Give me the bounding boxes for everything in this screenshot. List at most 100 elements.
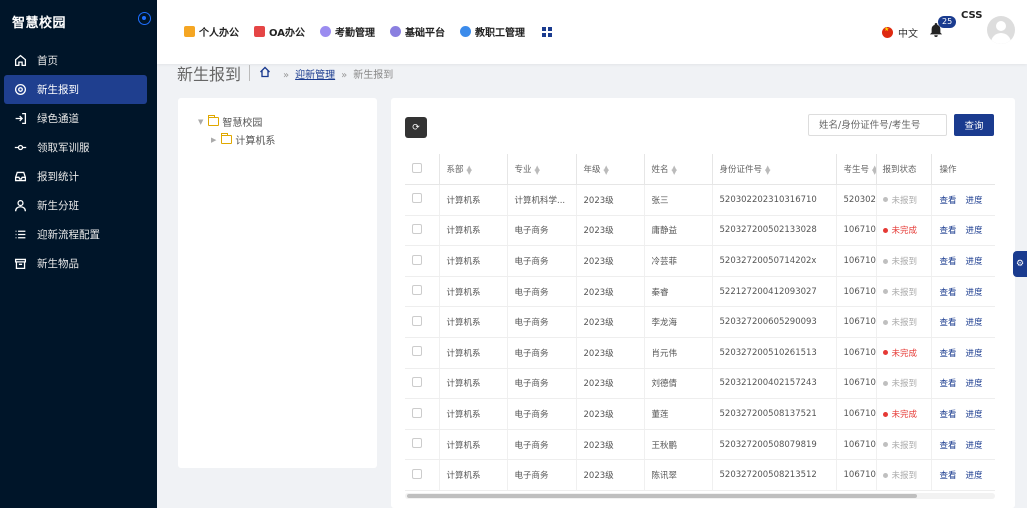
- row-checkbox[interactable]: [412, 407, 422, 418]
- tree-node-root[interactable]: ▼ 智慧校园: [198, 114, 262, 129]
- progress-link[interactable]: 进度: [966, 410, 983, 420]
- cell-grade: 2023级: [575, 368, 644, 400]
- col-header[interactable]: 身份证件号 ▲ ▼: [711, 154, 836, 186]
- progress-link[interactable]: 进度: [966, 257, 983, 267]
- query-button[interactable]: 查询: [954, 114, 994, 136]
- search-input[interactable]: [808, 114, 947, 136]
- breadcrumb-current: 新生报到: [353, 69, 394, 81]
- cell-actions: 查看 进度: [930, 337, 995, 369]
- progress-link[interactable]: 进度: [966, 349, 983, 359]
- row-checkbox[interactable]: [412, 223, 422, 234]
- sort-icon: ▲▼: [671, 163, 677, 176]
- refresh-button[interactable]: ⟳: [405, 117, 427, 138]
- cell-status: 未完成: [875, 398, 931, 430]
- cell-status: 未报到: [875, 276, 931, 308]
- table-row: 计算机系电子商务2023级董莲5203272005081375211067105…: [405, 398, 995, 430]
- home-icon[interactable]: [259, 66, 271, 81]
- sidebar-item-green-channel[interactable]: 绿色通道: [4, 104, 147, 133]
- col-header[interactable]: 年级 ▲ ▼: [575, 154, 644, 186]
- sidebar-item-class-assignment[interactable]: 新生分班: [4, 191, 147, 220]
- divider: [249, 65, 251, 81]
- language-switch[interactable]: 中文: [882, 25, 918, 40]
- view-link[interactable]: 查看: [940, 471, 957, 481]
- view-link[interactable]: 查看: [940, 410, 957, 420]
- progress-link[interactable]: 进度: [966, 318, 983, 328]
- col-header[interactable]: 姓名 ▲ ▼: [643, 154, 712, 186]
- progress-link[interactable]: 进度: [966, 379, 983, 389]
- col-header: 操作: [930, 154, 995, 186]
- cell-exam-no: 52030220: [835, 184, 876, 216]
- scrollbar-thumb[interactable]: [407, 494, 917, 498]
- sort-icon: ▲▼: [534, 163, 540, 176]
- horizontal-scrollbar[interactable]: [405, 493, 995, 499]
- col-header[interactable]: 系部 ▲ ▼: [438, 154, 507, 186]
- view-link[interactable]: 查看: [940, 349, 957, 359]
- page-header: 新生报到 » 迎新管理 » 新生报到: [177, 63, 393, 84]
- topnav-personal-office[interactable]: 个人办公: [184, 24, 239, 39]
- cell-name: 王秋鹏: [643, 429, 712, 461]
- progress-link[interactable]: 进度: [966, 441, 983, 451]
- table-body: 计算机系 计算机科学... 2023级 张三 520302202310316710 520…: [405, 184, 995, 492]
- page-title: 新生报到: [177, 65, 242, 84]
- select-all-checkbox[interactable]: [412, 162, 422, 173]
- cell-id: 520321200402157243: [711, 368, 836, 400]
- col-header[interactable]: 专业 ▲ ▼: [506, 154, 576, 186]
- cell-dept: 计算机系: [438, 368, 507, 400]
- view-link[interactable]: 查看: [940, 288, 957, 298]
- apps-grid-button[interactable]: [540, 26, 552, 37]
- progress-link[interactable]: 进度: [966, 196, 983, 206]
- view-link[interactable]: 查看: [940, 441, 957, 451]
- progress-link[interactable]: 进度: [966, 471, 983, 481]
- cell-dept: 计算机系: [438, 215, 507, 247]
- username[interactable]: css: [961, 10, 982, 21]
- sidebar-collapse-icon[interactable]: [138, 12, 151, 25]
- cell-dept: 计算机系: [438, 306, 507, 339]
- view-link[interactable]: 查看: [940, 318, 957, 328]
- caret-right-icon[interactable]: ▶: [211, 136, 216, 144]
- cell-grade: 2023级: [575, 429, 644, 461]
- status-dot: [882, 411, 888, 417]
- settings-drawer-button[interactable]: ⚙: [1013, 251, 1027, 277]
- view-link[interactable]: 查看: [940, 379, 957, 389]
- cell-major: 电子商务: [506, 368, 576, 400]
- sidebar-item-home[interactable]: 首页: [4, 46, 147, 75]
- view-link[interactable]: 查看: [940, 196, 957, 206]
- row-checkbox[interactable]: [412, 193, 422, 204]
- progress-link[interactable]: 进度: [966, 226, 983, 236]
- topnav-staff-management[interactable]: 教职工管理: [459, 24, 525, 39]
- cell-exam-no: 1067105: [835, 245, 876, 277]
- breadcrumb-separator: »: [341, 69, 348, 81]
- tree-node-child[interactable]: ▶ 计算机系: [211, 132, 275, 147]
- avatar[interactable]: [987, 16, 1015, 44]
- sidebar-item-label: 绿色通道: [37, 113, 79, 125]
- row-checkbox[interactable]: [412, 315, 422, 326]
- row-checkbox[interactable]: [412, 285, 422, 296]
- caret-down-icon[interactable]: ▼: [198, 118, 203, 126]
- row-checkbox[interactable]: [412, 376, 422, 387]
- view-link[interactable]: 查看: [940, 257, 957, 267]
- topnav-basic-platform[interactable]: 基础平台: [389, 24, 445, 39]
- view-link[interactable]: 查看: [940, 226, 957, 236]
- cell-exam-no: 1067105: [835, 337, 876, 369]
- sidebar-item-label: 领取军训服: [37, 142, 90, 154]
- sidebar-item-process-config[interactable]: 迎新流程配置: [4, 220, 147, 249]
- cell-actions: 查看 进度: [930, 306, 995, 339]
- row-checkbox[interactable]: [412, 468, 422, 479]
- progress-link[interactable]: 进度: [966, 288, 983, 298]
- status-dot: [882, 258, 888, 264]
- topnav-attendance[interactable]: 考勤管理: [319, 24, 375, 39]
- sidebar-item-student-items[interactable]: 新生物品: [4, 249, 147, 278]
- sidebar-item-military-uniform[interactable]: 领取军训服: [4, 133, 147, 162]
- row-checkbox[interactable]: [412, 438, 422, 449]
- row-checkbox[interactable]: [412, 254, 422, 265]
- breadcrumb: » 迎新管理 » 新生报到: [277, 66, 393, 81]
- col-header[interactable]: 考生号▲▼: [835, 154, 876, 186]
- topnav-label: 考勤管理: [334, 28, 375, 39]
- sidebar-item-new-student-registration[interactable]: 新生报到: [4, 75, 147, 104]
- row-checkbox[interactable]: [412, 346, 422, 357]
- breadcrumb-link[interactable]: 迎新管理: [295, 70, 335, 81]
- sidebar-item-registration-stats[interactable]: 报到统计: [4, 162, 147, 191]
- topnav-oa-office[interactable]: OA办公: [254, 24, 305, 39]
- cell-actions: 查看 进度: [930, 276, 995, 308]
- inbox-icon: [13, 170, 27, 184]
